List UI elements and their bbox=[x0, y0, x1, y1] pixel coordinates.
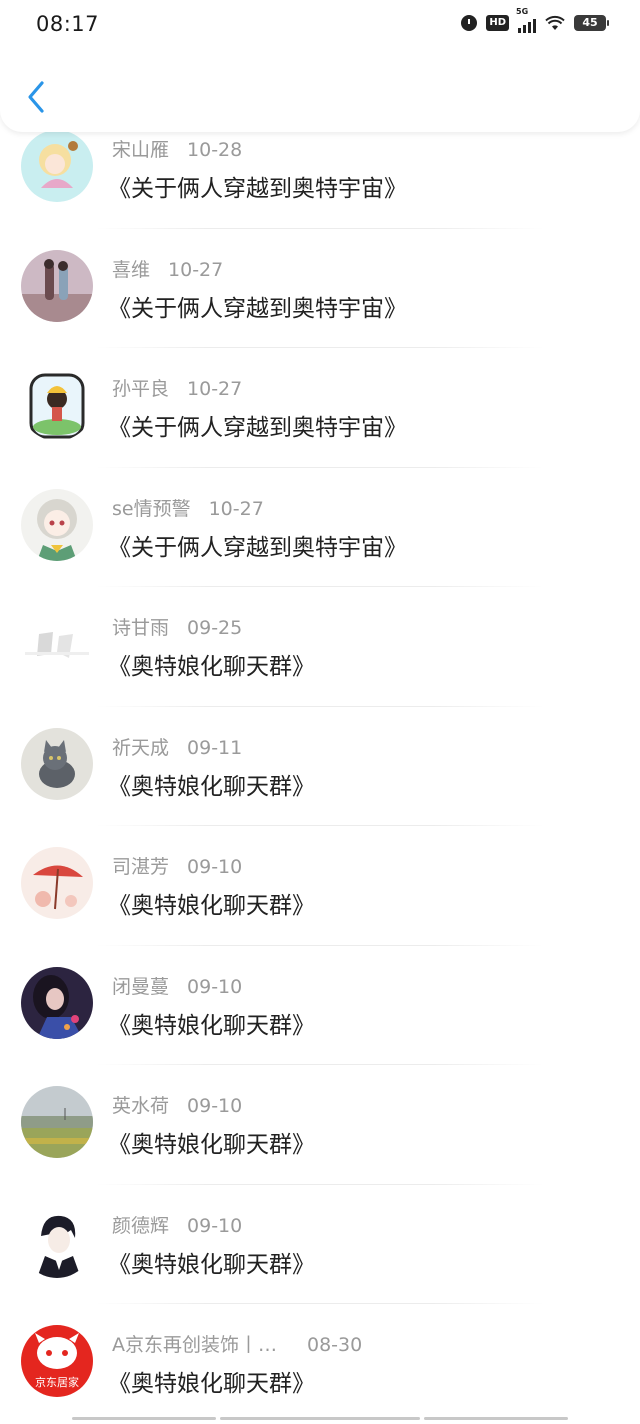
battery-icon: 45 bbox=[574, 15, 609, 31]
item-title[interactable]: 《关于俩人穿越到奥特宇宙》 bbox=[108, 169, 407, 203]
avatar[interactable] bbox=[21, 608, 93, 680]
item-title[interactable]: 《奥特娘化聊天群》 bbox=[108, 767, 315, 801]
avatar[interactable] bbox=[21, 130, 93, 202]
item-date: 09-25 bbox=[187, 617, 243, 639]
author-name[interactable]: se情预警 bbox=[112, 494, 191, 521]
item-meta: 宋山雁 10-28 bbox=[112, 135, 242, 162]
item-date: 10-28 bbox=[187, 139, 243, 161]
avatar[interactable] bbox=[21, 249, 93, 322]
author-name[interactable]: 颜德辉 bbox=[112, 1211, 169, 1238]
author-name[interactable]: 闭曼蔓 bbox=[112, 972, 169, 999]
item-date: 08-30 bbox=[307, 1334, 363, 1356]
item-title[interactable]: 《奥特娘化聊天群》 bbox=[108, 1364, 315, 1398]
avatar-brand-text: 京东居家 bbox=[35, 1376, 79, 1389]
item-meta: 诗甘雨 09-25 bbox=[112, 613, 242, 640]
author-name[interactable]: A京东再创装饰丨… bbox=[112, 1330, 277, 1357]
item-date: 10-27 bbox=[208, 497, 264, 520]
list-item[interactable]: 孙平良 10-27 《关于俩人穿越到奥特宇宙》 bbox=[0, 348, 640, 468]
author-name[interactable]: 喜维 bbox=[112, 255, 150, 282]
item-date: 10-27 bbox=[187, 378, 243, 400]
item-date: 09-10 bbox=[187, 1214, 243, 1237]
status-icons: HD 5G 45 bbox=[461, 7, 609, 33]
item-date: 10-27 bbox=[168, 258, 224, 281]
item-title[interactable]: 《奥特娘化聊天群》 bbox=[108, 647, 315, 681]
list-item[interactable]: 喜维 10-27 《关于俩人穿越到奥特宇宙》 bbox=[0, 229, 640, 348]
author-name[interactable]: 宋山雁 bbox=[112, 135, 169, 162]
network-type-label: 5G bbox=[516, 7, 529, 16]
item-meta: 祈天成 09-11 bbox=[112, 733, 242, 760]
item-date: 09-11 bbox=[187, 736, 243, 759]
avatar[interactable] bbox=[21, 1205, 93, 1278]
item-meta: 孙平良 10-27 bbox=[112, 374, 242, 401]
list-item[interactable]: 英水荷 09-10 《奥特娘化聊天群》 bbox=[0, 1065, 640, 1185]
status-time: 08:17 bbox=[36, 12, 100, 36]
author-name[interactable]: 诗甘雨 bbox=[112, 613, 169, 640]
item-date: 09-10 bbox=[187, 856, 243, 878]
list-item[interactable]: 闭曼蔓 09-10 《奥特娘化聊天群》 bbox=[0, 946, 640, 1065]
item-meta: 司湛芳 09-10 bbox=[112, 852, 242, 879]
chevron-left-icon bbox=[28, 81, 44, 113]
item-meta: 喜维 10-27 bbox=[112, 255, 223, 282]
avatar[interactable] bbox=[21, 966, 93, 1039]
author-name[interactable]: 孙平良 bbox=[112, 374, 169, 401]
list-item[interactable]: 京东居家 A京东再创装饰丨… 08-30 《奥特娘化聊天群》 bbox=[0, 1304, 640, 1424]
hd-icon: HD bbox=[486, 15, 509, 31]
avatar[interactable]: 京东居家 bbox=[21, 1325, 93, 1397]
item-meta: A京东再创装饰丨… 08-30 bbox=[112, 1330, 362, 1357]
back-button[interactable] bbox=[18, 74, 54, 120]
item-meta: 闭曼蔓 09-10 bbox=[112, 972, 242, 999]
list-item[interactable]: 诗甘雨 09-25 《奥特娘化聊天群》 bbox=[0, 587, 640, 707]
item-title[interactable]: 《奥特娘化聊天群》 bbox=[108, 1245, 315, 1279]
item-title[interactable]: 《奥特娘化聊天群》 bbox=[108, 886, 315, 920]
comment-list: 宋山雁 10-28 《关于俩人穿越到奥特宇宙》 喜维 10-27 《关于俩人穿越到奥… bbox=[0, 109, 640, 1424]
author-name[interactable]: 祈天成 bbox=[112, 733, 169, 760]
avatar[interactable] bbox=[21, 369, 93, 441]
item-title[interactable]: 《关于俩人穿越到奥特宇宙》 bbox=[108, 528, 407, 562]
signal-icon: 5G bbox=[516, 7, 536, 33]
list-item[interactable]: 祈天成 09-11 《奥特娘化聊天群》 bbox=[0, 707, 640, 826]
author-name[interactable]: 司湛芳 bbox=[112, 852, 169, 879]
avatar[interactable] bbox=[21, 488, 93, 561]
item-meta: 英水荷 09-10 bbox=[112, 1091, 242, 1118]
item-title[interactable]: 《关于俩人穿越到奥特宇宙》 bbox=[108, 408, 407, 442]
avatar[interactable] bbox=[21, 727, 93, 800]
item-meta: se情预警 10-27 bbox=[112, 494, 264, 521]
item-title[interactable]: 《奥特娘化聊天群》 bbox=[108, 1125, 315, 1159]
list-item[interactable]: 颜德辉 09-10 《奥特娘化聊天群》 bbox=[0, 1185, 640, 1304]
list-item[interactable]: se情预警 10-27 《关于俩人穿越到奥特宇宙》 bbox=[0, 468, 640, 587]
avatar[interactable] bbox=[21, 847, 93, 919]
item-date: 09-10 bbox=[187, 975, 243, 998]
alarm-icon bbox=[461, 15, 478, 31]
author-name[interactable]: 英水荷 bbox=[112, 1091, 169, 1118]
avatar[interactable] bbox=[21, 1086, 93, 1158]
item-meta: 颜德辉 09-10 bbox=[112, 1211, 242, 1238]
list-item[interactable]: 司湛芳 09-10 《奥特娘化聊天群》 bbox=[0, 826, 640, 946]
item-title[interactable]: 《关于俩人穿越到奥特宇宙》 bbox=[108, 289, 407, 323]
wifi-icon bbox=[545, 15, 565, 30]
item-date: 09-10 bbox=[187, 1095, 243, 1117]
item-title[interactable]: 《奥特娘化聊天群》 bbox=[108, 1006, 315, 1040]
status-bar: 08:17 HD 5G 45 bbox=[0, 0, 640, 50]
